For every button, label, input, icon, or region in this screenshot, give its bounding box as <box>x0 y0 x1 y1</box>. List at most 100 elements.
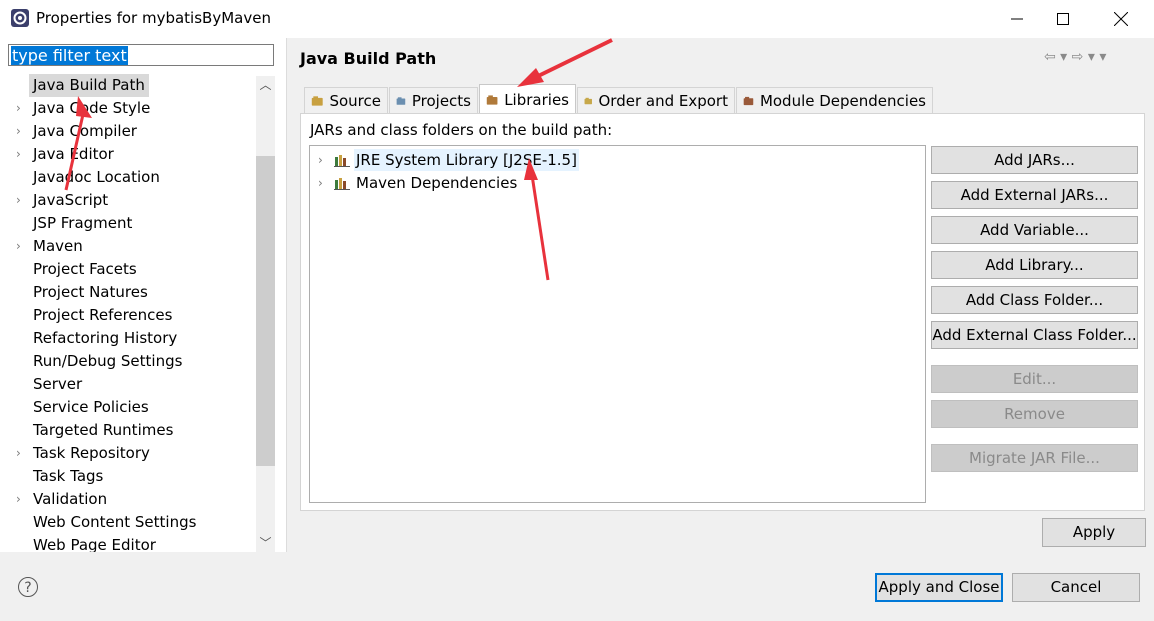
remove-button[interactable]: Remove <box>931 400 1138 428</box>
window-title: Properties for mybatisByMaven <box>36 9 271 27</box>
tab-libraries[interactable]: Libraries <box>479 84 576 114</box>
library-tree[interactable]: › JRE System Library [J2SE-1.5] › Maven Dep… <box>309 145 926 503</box>
nav-item[interactable]: Project Facets <box>0 258 255 281</box>
nav-item-label: Validation <box>33 490 108 508</box>
expand-chevron-icon[interactable]: › <box>16 488 26 511</box>
expand-chevron-icon[interactable]: › <box>16 97 26 120</box>
close-icon <box>1114 12 1128 26</box>
nav-item[interactable]: › Java Editor <box>0 143 255 166</box>
tab-label: Projects <box>411 91 471 110</box>
scroll-up-icon[interactable]: ︿ <box>256 76 275 94</box>
projects-icon <box>396 96 406 105</box>
nav-item-label: Targeted Runtimes <box>33 421 174 439</box>
edit-button[interactable]: Edit... <box>931 365 1138 393</box>
nav-item-label: Java Compiler <box>33 122 137 140</box>
tab-projects[interactable]: Projects <box>389 87 478 113</box>
nav-item-label: JavaScript <box>33 191 109 209</box>
expand-chevron-icon[interactable]: › <box>318 149 323 171</box>
nav-item[interactable]: Service Policies <box>0 396 255 419</box>
nav-item-label: Web Content Settings <box>33 513 197 531</box>
tab-module-dependencies[interactable]: Module Dependencies <box>736 87 933 113</box>
nav-item-label: Web Page Editor <box>33 536 156 552</box>
add-external-jars-button[interactable]: Add External JARs... <box>931 181 1138 209</box>
nav-item[interactable]: › JavaScript <box>0 189 255 212</box>
library-books-icon <box>334 155 350 167</box>
tab-label: Order and Export <box>598 91 729 110</box>
nav-item[interactable]: Web Page Editor <box>0 534 255 552</box>
minimize-icon <box>1011 18 1023 20</box>
expand-chevron-icon[interactable]: › <box>16 120 26 143</box>
nav-item-label: Server <box>33 375 83 393</box>
nav-item-label: Task Tags <box>33 467 104 485</box>
annotation-arrow-libraries-tab <box>517 38 613 87</box>
nav-item[interactable]: Project Natures <box>0 281 255 304</box>
filter-input-text: type filter text <box>11 46 128 65</box>
tab-order-and-export[interactable]: Order and Export <box>577 87 735 113</box>
expand-chevron-icon[interactable]: › <box>16 143 26 166</box>
tab-label: Libraries <box>504 90 569 109</box>
property-navigation-panel: type filter text Java Build Path › Java Co… <box>0 38 287 552</box>
apply-and-close-button[interactable]: Apply and Close <box>875 573 1003 602</box>
library-books-icon <box>334 178 350 190</box>
history-navigation[interactable]: ⇦ ▾ ⇨ ▾ ▾ <box>1044 49 1106 65</box>
nav-item[interactable]: › Java Compiler <box>0 120 255 143</box>
expand-chevron-icon[interactable]: › <box>16 442 26 465</box>
nav-item-label: Refactoring History <box>33 329 178 347</box>
property-page-tree: Java Build Path › Java Code Style › Java Com… <box>0 74 256 552</box>
nav-item[interactable]: › Validation <box>0 488 255 511</box>
maximize-button[interactable] <box>1040 0 1086 38</box>
tab-label: Module Dependencies <box>759 91 926 110</box>
nav-item[interactable]: Project References <box>0 304 255 327</box>
cancel-button[interactable]: Cancel <box>1012 573 1140 602</box>
nav-item-label: Java Code Style <box>33 99 151 117</box>
apply-button[interactable]: Apply <box>1042 518 1146 547</box>
scroll-down-icon[interactable]: ﹀ <box>256 534 275 552</box>
expand-chevron-icon[interactable]: › <box>318 172 323 194</box>
nav-item-label: Maven <box>33 237 83 255</box>
nav-item-label: Project References <box>33 306 173 324</box>
nav-item[interactable]: JSP Fragment <box>0 212 255 235</box>
add-library-button[interactable]: Add Library... <box>931 251 1138 279</box>
nav-item-label: Service Policies <box>33 398 149 416</box>
libraries-icon <box>486 94 498 105</box>
nav-item[interactable]: Refactoring History <box>0 327 255 350</box>
nav-item[interactable]: Javadoc Location <box>0 166 255 189</box>
build-path-heading: JARs and class folders on the build path… <box>310 121 613 139</box>
source-icon <box>311 95 323 106</box>
title-bar: Properties for mybatisByMaven <box>0 0 1154 38</box>
nav-item[interactable]: Java Build Path <box>0 74 255 97</box>
nav-item[interactable]: › Task Repository <box>0 442 255 465</box>
nav-item[interactable]: Web Content Settings <box>0 511 255 534</box>
tab-source[interactable]: Source <box>304 87 388 113</box>
eclipse-app-icon <box>11 9 29 27</box>
order-export-icon <box>584 97 592 104</box>
add-class-folder-button[interactable]: Add Class Folder... <box>931 286 1138 314</box>
nav-item-label: Run/Debug Settings <box>33 352 183 370</box>
add-external-class-folder-button[interactable]: Add External Class Folder... <box>931 321 1138 349</box>
filter-input[interactable]: type filter text <box>8 44 274 66</box>
minimize-button[interactable] <box>994 0 1040 38</box>
nav-item-label: Java Editor <box>33 145 114 163</box>
nav-item-label: Task Repository <box>33 444 150 462</box>
close-button[interactable] <box>1098 0 1144 38</box>
nav-item[interactable]: Run/Debug Settings <box>0 350 255 373</box>
module-dependencies-icon <box>743 96 754 105</box>
scroll-thumb[interactable] <box>256 156 275 466</box>
expand-chevron-icon[interactable]: › <box>16 189 26 212</box>
add-jars-button[interactable]: Add JARs... <box>931 146 1138 174</box>
library-entry-label: Maven Dependencies <box>356 174 518 192</box>
nav-item[interactable]: Task Tags <box>0 465 255 488</box>
nav-item-label: Project Facets <box>33 260 137 278</box>
help-icon[interactable]: ? <box>18 577 38 597</box>
nav-item[interactable]: › Maven <box>0 235 255 258</box>
nav-item[interactable]: Targeted Runtimes <box>0 419 255 442</box>
nav-item[interactable]: Server <box>0 373 255 396</box>
expand-chevron-icon[interactable]: › <box>16 235 26 258</box>
add-variable-button[interactable]: Add Variable... <box>931 216 1138 244</box>
nav-scrollbar[interactable]: ︿ ﹀ <box>256 76 275 552</box>
nav-item[interactable]: › Java Code Style <box>0 97 255 120</box>
nav-item-label: JSP Fragment <box>33 214 133 232</box>
maximize-icon <box>1057 13 1069 25</box>
migrate-jar-button[interactable]: Migrate JAR File... <box>931 444 1138 472</box>
nav-item-label: Javadoc Location <box>33 168 160 186</box>
